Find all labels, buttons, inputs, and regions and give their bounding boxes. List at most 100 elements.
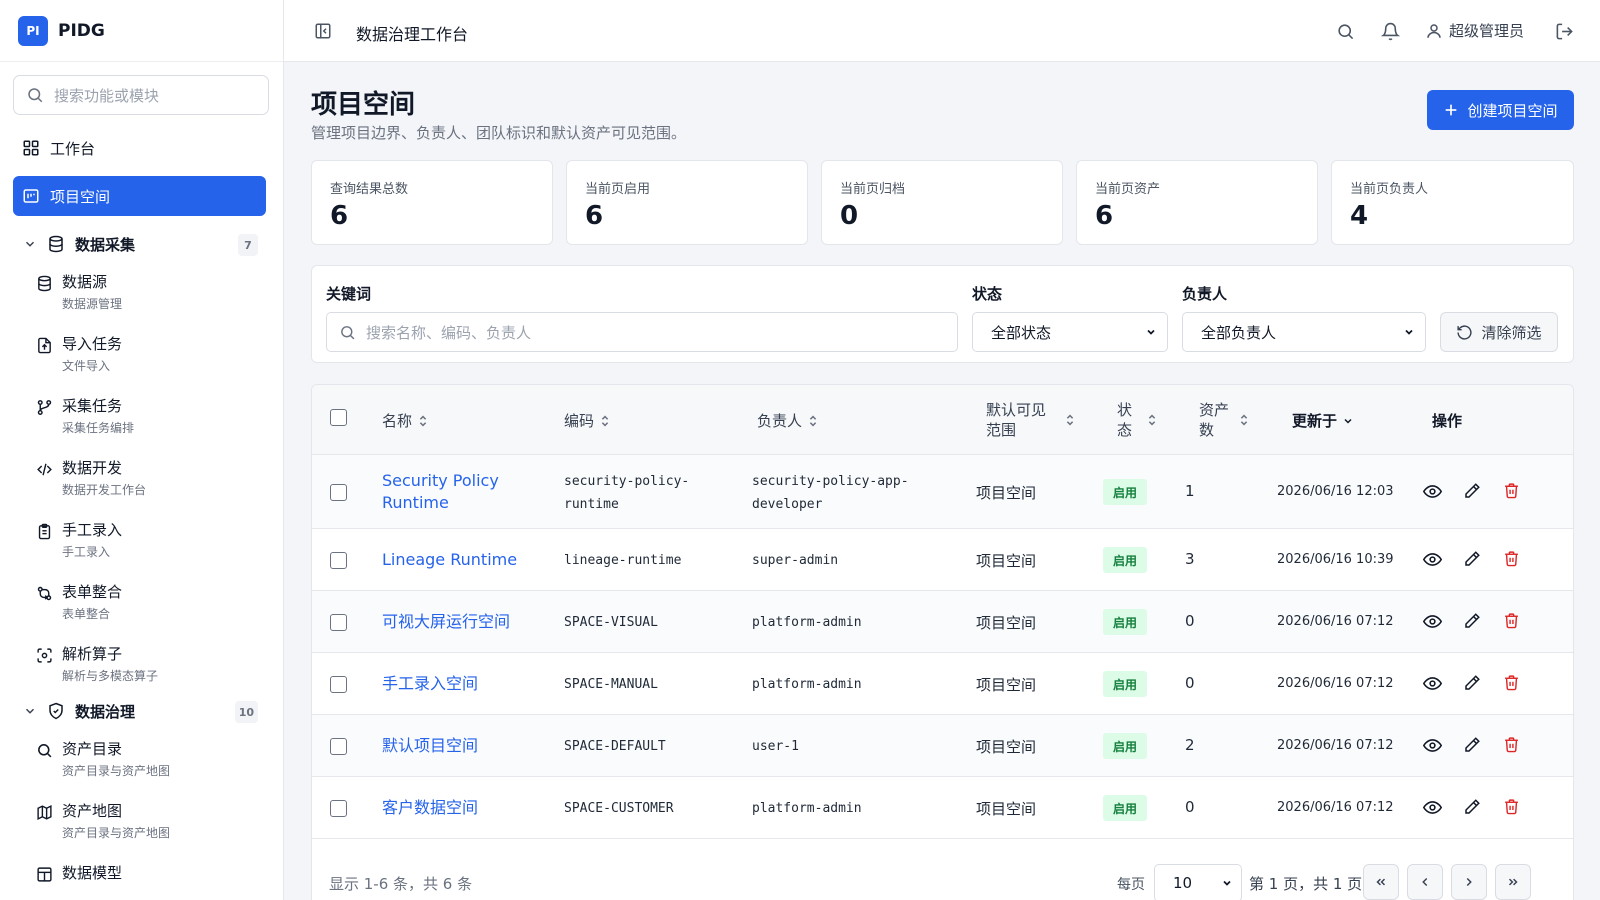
edit-icon[interactable] xyxy=(1463,612,1481,630)
delete-icon[interactable] xyxy=(1503,674,1520,691)
file-upload-icon xyxy=(35,336,53,354)
sort-icon xyxy=(419,415,427,426)
sort-desc-icon xyxy=(1344,418,1352,424)
sort-icon[interactable] xyxy=(1238,413,1250,427)
brand: PI PIDG xyxy=(0,0,283,62)
sidebar-item-data-dev[interactable]: 数据开发 数据开发工作台 xyxy=(35,450,283,512)
user-icon xyxy=(1427,23,1441,38)
logout-icon[interactable] xyxy=(1555,22,1574,41)
project-name-link[interactable]: 可视大屏运行空间 xyxy=(382,611,510,633)
bell-icon[interactable] xyxy=(1381,22,1400,41)
column-label: 状 xyxy=(1117,401,1133,419)
project-name-link[interactable]: 客户数据空间 xyxy=(382,797,478,819)
column-header-name[interactable]: 名称 xyxy=(382,410,429,431)
view-icon[interactable] xyxy=(1423,550,1442,569)
chevron-down-icon xyxy=(1405,329,1413,335)
delete-icon[interactable] xyxy=(1503,550,1520,567)
prev-page-button[interactable] xyxy=(1407,864,1443,900)
last-page-button[interactable] xyxy=(1495,864,1531,900)
row-checkbox[interactable] xyxy=(330,800,347,817)
row-checkbox[interactable] xyxy=(330,738,347,755)
project-name-link[interactable]: Security Policy Runtime xyxy=(382,470,499,514)
create-project-space-button[interactable]: 创建项目空间 xyxy=(1427,90,1574,130)
sidebar-item-workbench[interactable]: 工作台 xyxy=(13,128,266,168)
view-icon[interactable] xyxy=(1423,482,1442,501)
sidebar-item-import-tasks[interactable]: 导入任务 文件导入 xyxy=(35,326,283,388)
user-menu[interactable]: 超级管理员 xyxy=(1425,20,1524,41)
edit-icon[interactable] xyxy=(1463,674,1481,692)
row-checkbox[interactable] xyxy=(330,484,347,501)
first-page-button[interactable] xyxy=(1363,864,1399,900)
view-icon[interactable] xyxy=(1423,798,1442,817)
stat-card-archived: 当前页归档 0 xyxy=(821,160,1063,245)
column-label: 范围 xyxy=(986,421,1017,439)
status-select[interactable]: 全部状态 xyxy=(972,312,1168,352)
sidebar-item-form-merge[interactable]: 表单整合 表单整合 xyxy=(35,574,283,636)
sidebar-item-asset-catalog[interactable]: 资产目录 资产目录与资产地图 xyxy=(35,731,283,793)
project-name-link[interactable]: 默认项目空间 xyxy=(382,735,478,757)
asset-count: 0 xyxy=(1185,798,1195,816)
sidebar-item-asset-map[interactable]: 资产地图 资产目录与资产地图 xyxy=(35,793,283,855)
main-content: 项目空间 管理项目边界、负责人、团队标识和默认资产可见范围。 创建项目空间 查询… xyxy=(284,62,1600,900)
edit-icon[interactable] xyxy=(1463,798,1481,816)
column-header-status[interactable]: 状 态 xyxy=(1117,400,1132,440)
owner-line: super-admin xyxy=(752,553,839,568)
delete-icon[interactable] xyxy=(1503,482,1520,499)
column-label: 资产 xyxy=(1199,401,1230,419)
sidebar-item-title: 采集任务 xyxy=(62,397,123,415)
delete-icon[interactable] xyxy=(1503,612,1520,629)
column-header-owner[interactable]: 负责人 xyxy=(757,410,819,431)
status-badge: 启用 xyxy=(1103,547,1147,573)
table-row: 可视大屏运行空间 SPACE-VISUAL platform-admin 项目空间 启用… xyxy=(312,591,1573,653)
column-label: 操作 xyxy=(1432,412,1463,430)
edit-icon[interactable] xyxy=(1463,736,1481,754)
code-line: SPACE-MANUAL xyxy=(564,677,658,692)
column-header-assets[interactable]: 资产 数 xyxy=(1199,400,1229,440)
sidebar-item-manual-entry[interactable]: 手工录入 手工录入 xyxy=(35,512,283,574)
search-icon[interactable] xyxy=(1336,22,1355,41)
table-row: Lineage Runtime lineage-runtime super-admi… xyxy=(312,529,1573,591)
row-checkbox[interactable] xyxy=(330,614,347,631)
project-name-link[interactable]: Lineage Runtime xyxy=(382,549,517,571)
edit-icon[interactable] xyxy=(1463,482,1481,500)
sidebar-search-input[interactable]: 搜索功能或模块 xyxy=(13,75,269,115)
next-page-button[interactable] xyxy=(1451,864,1487,900)
row-checkbox[interactable] xyxy=(330,552,347,569)
sidebar-group-data-collection[interactable]: 数据采集 7 xyxy=(13,224,266,264)
code-line: runtime xyxy=(564,497,619,512)
keyword-search-input[interactable]: 搜索名称、编码、负责人 xyxy=(326,312,958,352)
stat-value: 0 xyxy=(840,201,859,231)
sidebar-group-data-governance[interactable]: 数据治理 10 xyxy=(13,691,266,731)
delete-icon[interactable] xyxy=(1503,798,1520,815)
sort-icon[interactable] xyxy=(1064,413,1076,427)
select-all-checkbox[interactable] xyxy=(330,409,347,426)
view-icon[interactable] xyxy=(1423,612,1442,631)
visibility-scope: 项目空间 xyxy=(976,738,1037,756)
sidebar-item-parsers[interactable]: 解析算子 解析与多模态算子 xyxy=(35,636,283,698)
column-header-scope[interactable]: 默认可见 范围 xyxy=(986,400,1046,440)
column-header-code[interactable]: 编码 xyxy=(564,410,611,431)
edit-icon[interactable] xyxy=(1463,550,1481,568)
view-icon[interactable] xyxy=(1423,736,1442,755)
column-label: 编码 xyxy=(564,412,595,430)
sidebar-toggle-icon[interactable] xyxy=(314,22,332,40)
column-label: 默认可见 xyxy=(986,401,1047,419)
sidebar-item-collection-tasks[interactable]: 采集任务 采集任务编排 xyxy=(35,388,283,450)
column-header-updated[interactable]: 更新于 xyxy=(1292,410,1354,431)
row-checkbox[interactable] xyxy=(330,676,347,693)
sidebar-item-data-model[interactable]: 数据模型 xyxy=(35,855,283,900)
sidebar-item-project-space[interactable]: 项目空间 xyxy=(13,176,266,216)
clear-filters-button[interactable]: 清除筛选 xyxy=(1440,312,1558,352)
sort-icon[interactable] xyxy=(1146,413,1158,427)
project-name-link[interactable]: 手工录入空间 xyxy=(382,673,478,695)
sidebar-item-datasource[interactable]: 数据源 数据源管理 xyxy=(35,264,283,326)
owner-select[interactable]: 全部负责人 xyxy=(1182,312,1426,352)
status-filter-label: 状态 xyxy=(972,285,1003,303)
visibility-scope: 项目空间 xyxy=(976,800,1037,818)
status-badge: 启用 xyxy=(1103,795,1147,821)
per-page-select[interactable]: 10 xyxy=(1154,864,1242,900)
delete-icon[interactable] xyxy=(1503,736,1520,753)
visibility-scope: 项目空间 xyxy=(976,484,1037,502)
view-icon[interactable] xyxy=(1423,674,1442,693)
sidebar-item-title: 导入任务 xyxy=(62,335,123,353)
